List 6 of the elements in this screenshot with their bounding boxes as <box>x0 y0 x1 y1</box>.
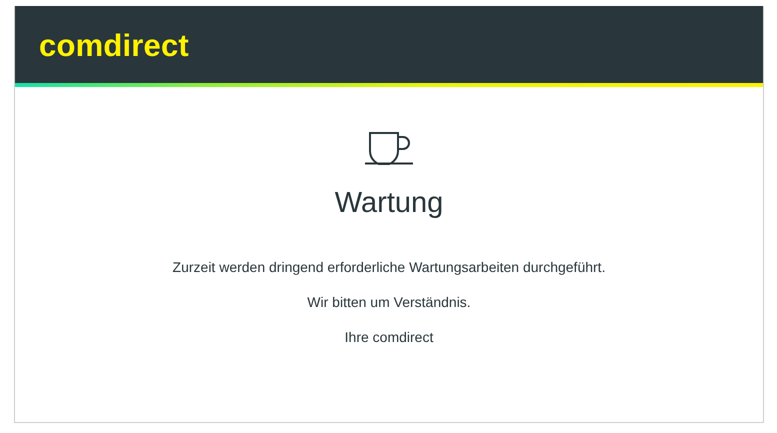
message-text: Wir bitten um Verständnis. <box>307 294 471 311</box>
logo: comdirect <box>39 28 189 64</box>
page-title: Wartung <box>334 187 444 220</box>
message-text: Zurzeit werden dringend erforderliche Wartungsarbeiten durchgeführt. <box>172 259 606 276</box>
message-text: Ihre comdirect <box>344 329 434 346</box>
coffee-cup-icon <box>365 131 413 165</box>
